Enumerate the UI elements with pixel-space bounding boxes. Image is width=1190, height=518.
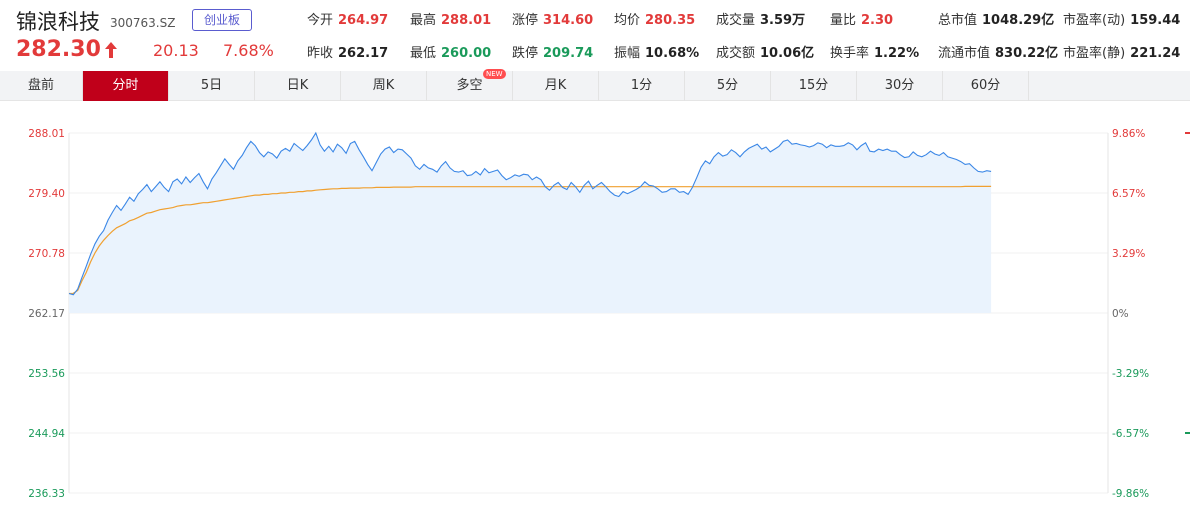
stat-3: 均价 280.35 bbox=[614, 9, 695, 28]
current-price: 282.30 bbox=[16, 37, 101, 62]
price-area-fill bbox=[69, 133, 992, 313]
stat-label: 涨停 bbox=[512, 13, 539, 28]
stat-value: 262.17 bbox=[338, 46, 389, 61]
y-left-tick-label: 253.56 bbox=[28, 368, 65, 380]
stat-value: 159.44 bbox=[1130, 13, 1181, 28]
stat-value: 830.22亿 bbox=[995, 46, 1059, 61]
stat-value: 280.35 bbox=[645, 13, 696, 28]
stock-name: 锦浪科技 bbox=[16, 10, 100, 34]
stat-value: 288.01 bbox=[441, 13, 492, 28]
stat-label: 最高 bbox=[410, 13, 437, 28]
stat-label: 量比 bbox=[830, 13, 857, 28]
tab-11[interactable]: 60分 bbox=[943, 71, 1029, 101]
y-left-tick-label: 236.33 bbox=[28, 488, 65, 500]
tab-8[interactable]: 5分 bbox=[685, 71, 771, 101]
stat-label: 成交量 bbox=[716, 13, 756, 28]
tab-1[interactable]: 分时 bbox=[83, 71, 169, 101]
stat-6: 总市值 1048.29亿 bbox=[938, 9, 1054, 28]
stat-label: 今开 bbox=[307, 13, 334, 28]
stat-label: 流通市值 bbox=[938, 46, 991, 61]
stat-label: 跌停 bbox=[512, 46, 539, 61]
price-change-pct: 7.68% bbox=[223, 41, 274, 60]
stat-value: 3.59万 bbox=[760, 13, 806, 28]
stat-label: 最低 bbox=[410, 46, 437, 61]
stat-label: 市盈率(动) bbox=[1063, 13, 1126, 28]
stat-13: 换手率 1.22% bbox=[830, 42, 919, 61]
y-left-tick-label: 288.01 bbox=[28, 128, 65, 140]
stat-value: 264.97 bbox=[338, 13, 389, 28]
stat-9: 最低 260.00 bbox=[410, 42, 491, 61]
y-right-tick-label: 6.57% bbox=[1112, 188, 1145, 200]
stock-code: 300763.SZ bbox=[110, 16, 176, 30]
price-change: 20.13 bbox=[153, 41, 199, 60]
stat-12: 成交额 10.06亿 bbox=[716, 42, 814, 61]
up-arrow-icon bbox=[105, 42, 117, 58]
period-tabs: 盘前 分时 5日 日K 周K 多空 NEW 月K 1分 5分 15分 30分 60分 bbox=[0, 69, 1190, 101]
stat-5: 量比 2.30 bbox=[830, 9, 893, 28]
board-badge[interactable]: 创业板 bbox=[192, 9, 252, 31]
y-right-tick-label: 3.29% bbox=[1112, 248, 1145, 260]
tab-6[interactable]: 月K bbox=[513, 71, 599, 101]
y-left-tick-label: 244.94 bbox=[28, 428, 65, 440]
stat-label: 市盈率(静) bbox=[1063, 46, 1126, 61]
tab-7[interactable]: 1分 bbox=[599, 71, 685, 101]
stat-value: 1048.29亿 bbox=[982, 13, 1055, 28]
stat-value: 1.22% bbox=[874, 46, 920, 61]
intraday-chart: 288.01 279.40 270.78 262.17 253.56 244.94 236.… bbox=[28, 128, 1190, 500]
stat-label: 昨收 bbox=[307, 46, 334, 61]
y-left-tick-label: 262.17 bbox=[28, 308, 65, 320]
tab-3[interactable]: 日K bbox=[255, 71, 341, 101]
y-right-tick-label: -6.57% bbox=[1112, 428, 1149, 440]
stat-label: 总市值 bbox=[938, 13, 978, 28]
stat-2: 涨停 314.60 bbox=[512, 9, 593, 28]
stat-value: 10.06亿 bbox=[760, 46, 815, 61]
tab-9[interactable]: 15分 bbox=[771, 71, 857, 101]
y-right-tick-label: 0% bbox=[1112, 308, 1129, 320]
y-right-tick-label: -3.29% bbox=[1112, 368, 1149, 380]
stat-label: 均价 bbox=[614, 13, 641, 28]
stat-14: 流通市值 830.22亿 bbox=[938, 42, 1058, 61]
stat-value: 260.00 bbox=[441, 46, 492, 61]
stat-7: 市盈率(动) 159.44 bbox=[1063, 9, 1180, 28]
stat-value: 209.74 bbox=[543, 46, 594, 61]
stat-0: 今开 264.97 bbox=[307, 9, 388, 28]
stat-8: 昨收 262.17 bbox=[307, 42, 388, 61]
stat-value: 221.24 bbox=[1130, 46, 1181, 61]
stat-4: 成交量 3.59万 bbox=[716, 9, 805, 28]
stat-value: 10.68% bbox=[645, 46, 700, 61]
stat-11: 振幅 10.68% bbox=[614, 42, 699, 61]
stat-15: 市盈率(静) 221.24 bbox=[1063, 42, 1180, 61]
stat-value: 314.60 bbox=[543, 13, 594, 28]
tab-4[interactable]: 周K bbox=[341, 71, 427, 101]
tab-2[interactable]: 5日 bbox=[169, 71, 255, 101]
y-right-tick-label: 9.86% bbox=[1112, 128, 1145, 140]
tab-10[interactable]: 30分 bbox=[857, 71, 943, 101]
stat-10: 跌停 209.74 bbox=[512, 42, 593, 61]
stat-label: 成交额 bbox=[716, 46, 756, 61]
stat-label: 换手率 bbox=[830, 46, 870, 61]
stat-value: 2.30 bbox=[861, 13, 894, 28]
stat-label: 振幅 bbox=[614, 46, 641, 61]
y-left-tick-label: 279.40 bbox=[28, 188, 65, 200]
tab-0[interactable]: 盘前 bbox=[0, 71, 83, 101]
stat-1: 最高 288.01 bbox=[410, 9, 491, 28]
y-left-tick-label: 270.78 bbox=[28, 248, 65, 260]
tab-5[interactable]: 多空 NEW bbox=[427, 69, 513, 101]
y-right-tick-label: -9.86% bbox=[1112, 488, 1149, 500]
new-badge: NEW bbox=[483, 69, 506, 79]
